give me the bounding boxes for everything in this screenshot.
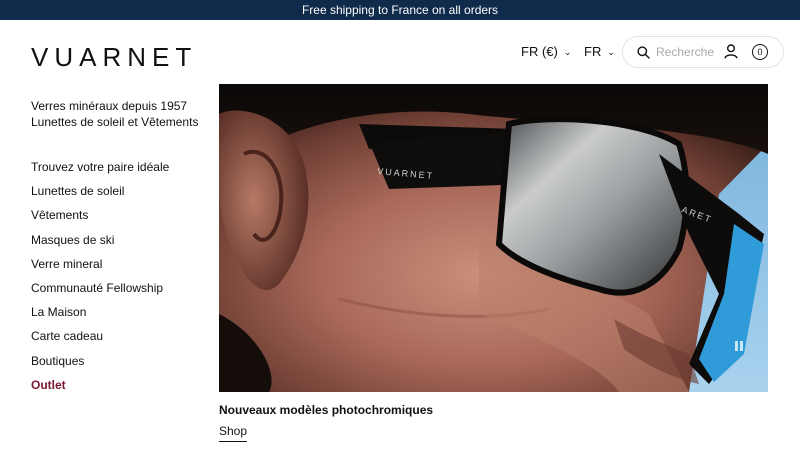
hero-caption: Nouveaux modèles photochromiques [219, 403, 434, 417]
main-navigation: Trouvez votre paire idéale Lunettes de s… [31, 159, 169, 401]
nav-item-communaute-fellowship[interactable]: Communauté Fellowship [31, 280, 169, 304]
currency-selector[interactable]: FR (€) ⌄ [521, 44, 571, 59]
announcement-text: Free shipping to France on all orders [301, 3, 499, 17]
chevron-down-icon: ⌄ [563, 47, 572, 57]
brand-logo[interactable]: VUARNET [31, 42, 197, 73]
nav-item-lunettes-de-soleil[interactable]: Lunettes de soleil [31, 183, 169, 207]
search-input[interactable] [656, 45, 718, 59]
nav-item-carte-cadeau[interactable]: Carte cadeau [31, 328, 169, 352]
language-selector[interactable]: FR ⌄ [584, 44, 615, 59]
tagline-line-2: Lunettes de soleil et Vêtements [31, 115, 199, 129]
hero-image: VUARNET ARET [219, 84, 768, 392]
pause-icon[interactable] [733, 340, 745, 352]
currency-label: FR (€) [521, 44, 558, 59]
nav-item-outlet[interactable]: Outlet [31, 377, 169, 401]
nav-item-trouvez-votre-paire[interactable]: Trouvez votre paire idéale [31, 159, 169, 183]
nav-item-vetements[interactable]: Vêtements [31, 207, 169, 231]
language-label: FR [584, 44, 602, 59]
shop-link[interactable]: Shop [219, 424, 248, 442]
brand-tagline: Verres minéraux depuis 1957 Lunettes de … [31, 98, 198, 130]
user-icon[interactable] [724, 44, 738, 59]
search-icon [637, 45, 650, 59]
nav-item-boutiques[interactable]: Boutiques [31, 353, 169, 377]
cart-count: 0 [757, 47, 763, 57]
nav-item-verre-mineral[interactable]: Verre mineral [31, 256, 169, 280]
announcement-bar: Free shipping to France on all orders [0, 0, 800, 20]
tagline-line-1: Verres minéraux depuis 1957 [31, 99, 188, 113]
nav-item-masques-de-ski[interactable]: Masques de ski [31, 232, 169, 256]
cart-icon[interactable]: 0 [752, 44, 768, 60]
chevron-down-icon: ⌄ [607, 47, 615, 57]
nav-item-la-maison[interactable]: La Maison [31, 304, 169, 328]
hero-media[interactable]: VUARNET ARET [219, 84, 768, 392]
